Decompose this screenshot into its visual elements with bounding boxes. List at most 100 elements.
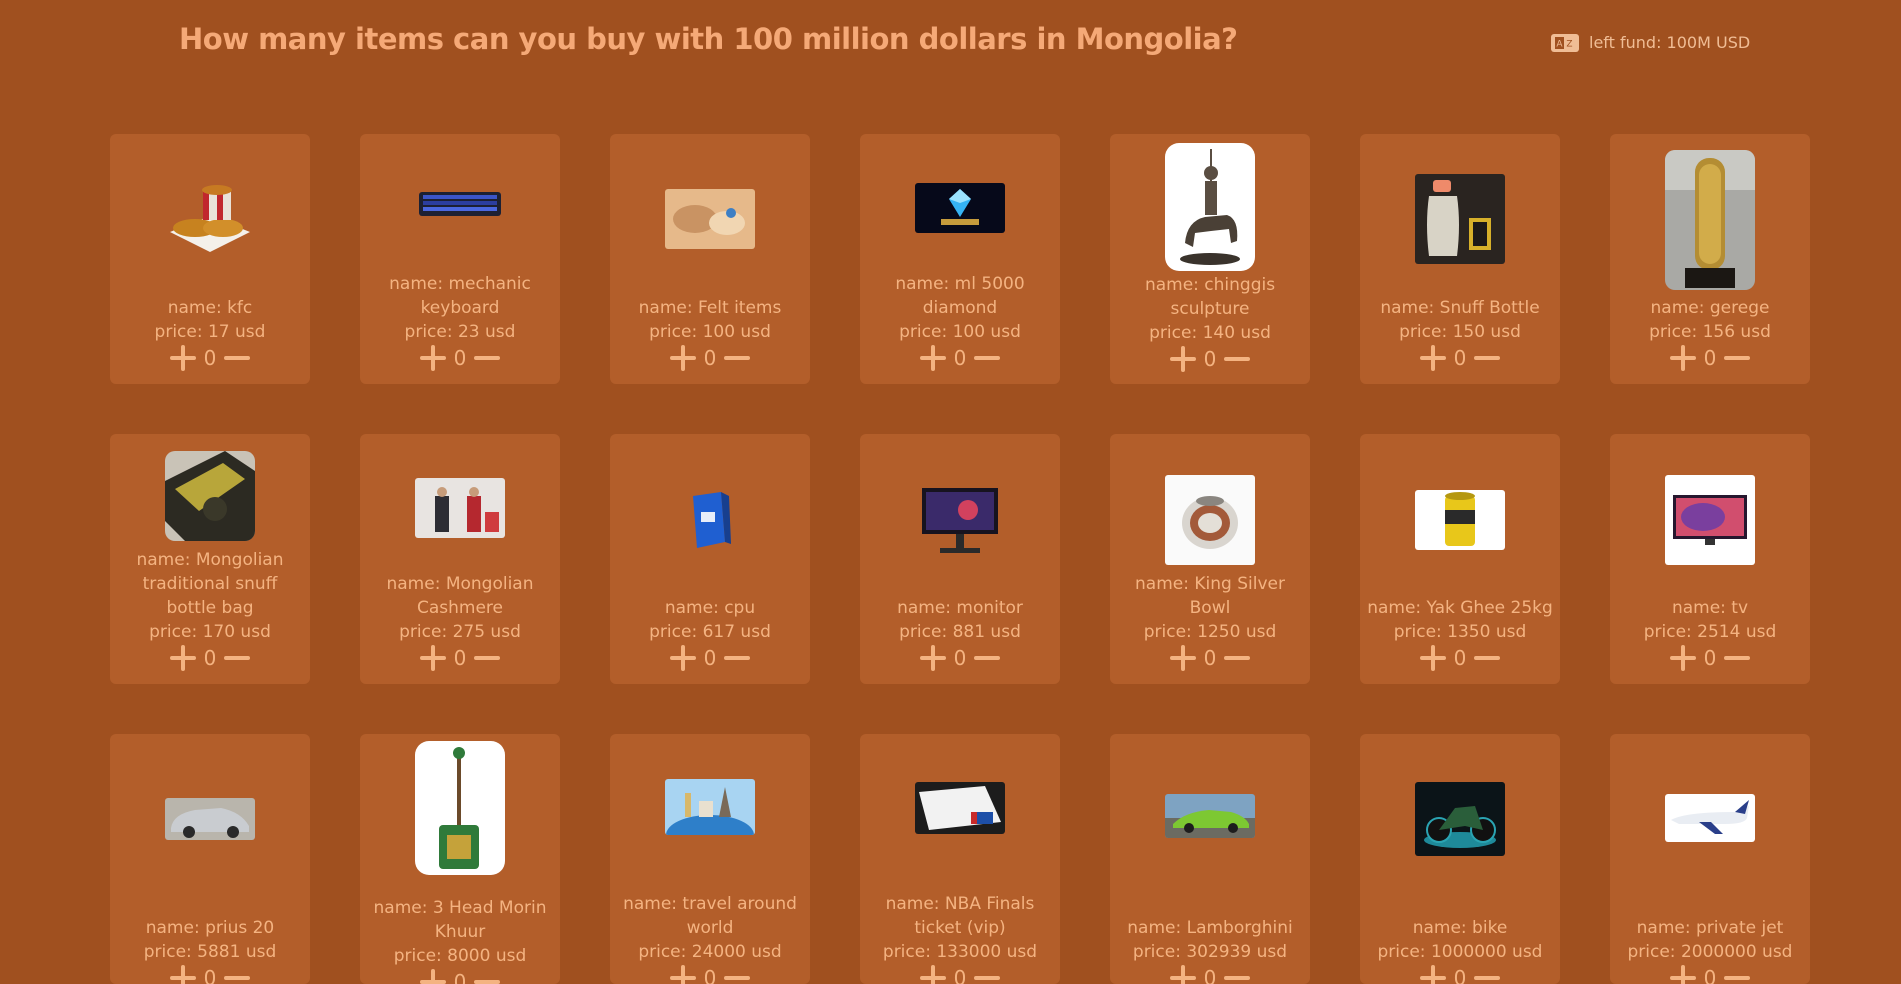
- plus-icon[interactable]: [669, 645, 696, 671]
- minus-icon[interactable]: [1474, 345, 1501, 371]
- lamborghini-image: [1165, 794, 1255, 838]
- minus-icon[interactable]: [974, 645, 1001, 671]
- quantity-stepper: 0: [116, 344, 304, 372]
- item-name: name: Snuff Bottle: [1380, 298, 1540, 318]
- item-price: price: 1250 usd: [1143, 622, 1277, 642]
- plus-icon[interactable]: [419, 345, 446, 371]
- felt-items-image: [665, 189, 755, 249]
- quantity-stepper: 0: [866, 644, 1054, 672]
- plus-icon[interactable]: [1419, 345, 1446, 371]
- private-jet-image: [1665, 794, 1755, 842]
- plus-icon[interactable]: [919, 965, 946, 984]
- item-name: name: monitor: [897, 598, 1023, 618]
- minus-icon[interactable]: [224, 965, 251, 984]
- minus-icon[interactable]: [474, 645, 501, 671]
- item-card-tv: name: tv price: 2514 usd 0: [1610, 434, 1810, 684]
- plus-icon[interactable]: [419, 645, 446, 671]
- plus-icon[interactable]: [1419, 965, 1446, 984]
- item-quantity: 0: [203, 646, 217, 670]
- item-info: name: tv price: 2514 usd 0: [1610, 596, 1810, 672]
- plus-icon[interactable]: [1419, 645, 1446, 671]
- plus-icon[interactable]: [169, 345, 196, 371]
- item-name: name: Yak Ghee 25kg: [1367, 598, 1553, 618]
- plus-icon[interactable]: [1169, 965, 1196, 984]
- item-quantity: 0: [1703, 346, 1717, 370]
- item-price: price: 302939 usd: [1132, 942, 1288, 962]
- plus-icon[interactable]: [169, 965, 196, 984]
- minus-icon[interactable]: [1224, 346, 1251, 372]
- item-quantity: 0: [1703, 966, 1717, 984]
- item-name: name: Mongolian Cashmere: [386, 574, 534, 618]
- yak-ghee-image: [1415, 490, 1505, 550]
- item-card-snuff-bottle: name: Snuff Bottle price: 150 usd 0: [1360, 134, 1560, 384]
- item-quantity: 0: [953, 646, 967, 670]
- plus-icon[interactable]: [419, 969, 446, 984]
- item-name: name: private jet: [1636, 918, 1784, 938]
- minus-icon[interactable]: [474, 345, 501, 371]
- plus-icon[interactable]: [669, 965, 696, 984]
- minus-icon[interactable]: [224, 645, 251, 671]
- cpu-image: [685, 490, 735, 550]
- plus-icon[interactable]: [1169, 645, 1196, 671]
- plus-icon[interactable]: [1669, 965, 1696, 984]
- item-price: price: 881 usd: [899, 622, 1021, 642]
- diamond-image: [915, 183, 1005, 233]
- item-quantity: 0: [453, 646, 467, 670]
- keyboard-image: [415, 184, 505, 224]
- item-name: name: travel around world: [623, 894, 797, 938]
- item-price: price: 2514 usd: [1643, 622, 1777, 642]
- item-quantity: 0: [1203, 646, 1217, 670]
- monitor-image: [920, 486, 1000, 558]
- item-card-cpu: name: cpu price: 617 usd 0: [610, 434, 810, 684]
- quantity-stepper: 0: [1366, 964, 1554, 984]
- plus-icon[interactable]: [919, 345, 946, 371]
- item-price: price: 100 usd: [649, 322, 771, 342]
- plus-icon[interactable]: [169, 645, 196, 671]
- quantity-stepper: 0: [616, 644, 804, 672]
- item-info: name: Lamborghini price: 302939 usd 0: [1110, 916, 1310, 984]
- minus-icon[interactable]: [974, 965, 1001, 984]
- item-quantity: 0: [203, 346, 217, 370]
- item-card-king-silver-bowl: name: King Silver Bowl price: 1250 usd 0: [1110, 434, 1310, 684]
- item-info: name: Felt items price: 100 usd 0: [610, 296, 810, 372]
- minus-icon[interactable]: [724, 345, 751, 371]
- plus-icon[interactable]: [669, 345, 696, 371]
- minus-icon[interactable]: [1474, 965, 1501, 984]
- minus-icon[interactable]: [224, 345, 251, 371]
- item-info: name: mechanic keyboard price: 23 usd 0: [360, 272, 560, 372]
- plus-icon[interactable]: [1669, 345, 1696, 371]
- minus-icon[interactable]: [1224, 645, 1251, 671]
- item-name: name: Lamborghini: [1127, 918, 1293, 938]
- cashmere-image: [415, 478, 505, 538]
- item-quantity: 0: [453, 346, 467, 370]
- item-price: price: 150 usd: [1399, 322, 1521, 342]
- item-info: name: kfc price: 17 usd 0: [110, 296, 310, 372]
- plus-icon[interactable]: [919, 645, 946, 671]
- minus-icon[interactable]: [1724, 345, 1751, 371]
- minus-icon[interactable]: [724, 645, 751, 671]
- minus-icon[interactable]: [1474, 645, 1501, 671]
- minus-icon[interactable]: [724, 965, 751, 984]
- plus-icon[interactable]: [1169, 346, 1196, 372]
- item-price: price: 23 usd: [404, 322, 516, 342]
- item-card-travel-around-world: name: travel around world price: 24000 u…: [610, 734, 810, 984]
- minus-icon[interactable]: [974, 345, 1001, 371]
- quantity-stepper: 0: [1616, 344, 1804, 372]
- fund-label: left fund: 100M USD: [1589, 33, 1751, 52]
- fund-display: A Z left fund: 100M USD: [1551, 33, 1750, 52]
- translate-icon[interactable]: A Z: [1551, 33, 1579, 52]
- minus-icon[interactable]: [1724, 965, 1751, 984]
- item-quantity: 0: [1453, 346, 1467, 370]
- plus-icon[interactable]: [1669, 645, 1696, 671]
- item-quantity: 0: [203, 966, 217, 984]
- item-info: name: monitor price: 881 usd 0: [860, 596, 1060, 672]
- item-card-prius-20: name: prius 20 price: 5881 usd 0: [110, 734, 310, 984]
- item-info: name: ml 5000 diamond price: 100 usd 0: [860, 272, 1060, 372]
- minus-icon[interactable]: [1224, 965, 1251, 984]
- minus-icon[interactable]: [474, 969, 501, 984]
- minus-icon[interactable]: [1724, 645, 1751, 671]
- item-card-chinggis-sculpture: name: chinggis sculpture price: 140 usd …: [1110, 134, 1310, 384]
- quantity-stepper: 0: [366, 344, 554, 372]
- item-price: price: 156 usd: [1649, 322, 1771, 342]
- item-card-kfc: name: kfc price: 17 usd 0: [110, 134, 310, 384]
